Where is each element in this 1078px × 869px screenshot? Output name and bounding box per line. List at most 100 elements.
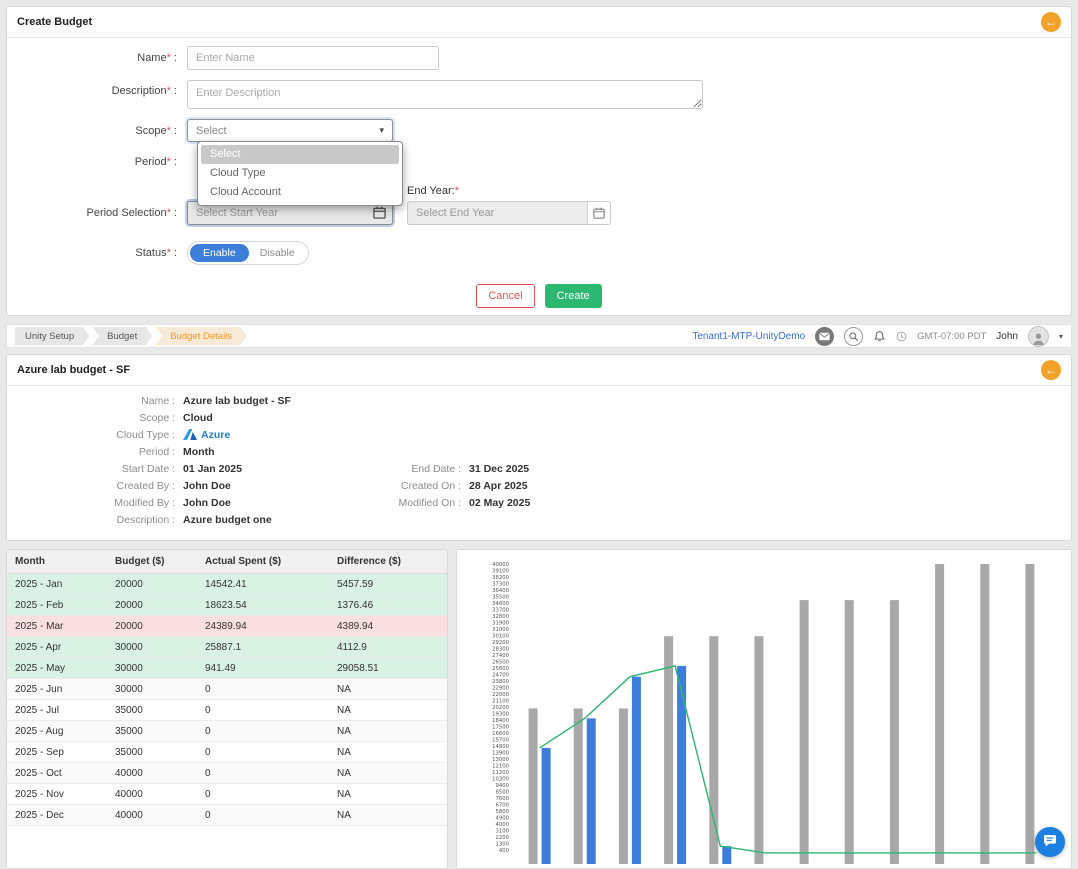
table-row[interactable]: 2025 - Jul350000NA: [7, 700, 447, 721]
table-cell: 20000: [107, 616, 197, 637]
table-row[interactable]: 2025 - Feb2000018623.541376.46: [7, 595, 447, 616]
back-button[interactable]: ←: [1041, 360, 1061, 380]
scope-option[interactable]: Select: [201, 145, 399, 164]
breadcrumb-item[interactable]: Budget Details: [155, 327, 247, 346]
y-tick-label: 5800: [496, 809, 510, 815]
scope-label: Scope* :: [7, 125, 187, 137]
y-tick-label: 22000: [492, 692, 509, 698]
y-tick-label: 40000: [492, 562, 509, 568]
detail-value: John Doe: [183, 497, 373, 509]
table-cell: 20000: [107, 574, 197, 595]
table-cell: 35000: [107, 742, 197, 763]
detail-row: Modified By :John DoeModified On :02 May…: [7, 496, 1071, 509]
chevron-down-icon[interactable]: ▾: [1059, 332, 1063, 341]
budget-bar: [709, 636, 718, 864]
avatar[interactable]: [1028, 326, 1049, 347]
scope-option[interactable]: Cloud Account: [201, 183, 399, 202]
period-row: Period* :: [7, 150, 1071, 173]
description-label: Description* :: [7, 80, 187, 97]
status-enable-button[interactable]: Enable: [190, 244, 249, 262]
y-tick-label: 26500: [492, 659, 509, 665]
detail-row: Scope :Cloud: [7, 411, 1071, 424]
table-row[interactable]: 2025 - Sep350000NA: [7, 742, 447, 763]
table-row[interactable]: 2025 - Apr3000025887.14112.9: [7, 637, 447, 658]
y-tick-label: 28300: [492, 646, 509, 652]
y-tick-label: 25600: [492, 666, 509, 672]
scope-select[interactable]: Select ▾: [187, 119, 393, 142]
name-input[interactable]: [187, 46, 439, 70]
detail-value: 28 Apr 2025: [469, 480, 1071, 492]
table-cell: 35000: [107, 721, 197, 742]
detail-value: 02 May 2025: [469, 497, 1071, 509]
breadcrumb-item[interactable]: Unity Setup: [15, 327, 89, 346]
budget-data-section: MonthBudget ($)Actual Spent ($)Differenc…: [6, 549, 1072, 869]
y-tick-label: 17500: [492, 724, 509, 730]
y-tick-label: 36400: [492, 588, 509, 594]
scope-option[interactable]: Cloud Type: [201, 164, 399, 183]
table-cell: 2025 - Dec: [7, 805, 107, 826]
table-row[interactable]: 2025 - Dec400000NA: [7, 805, 447, 826]
bell-icon[interactable]: [873, 330, 886, 343]
y-tick-label: 16600: [492, 731, 509, 737]
y-tick-label: 20200: [492, 705, 509, 711]
table-cell: 0: [197, 805, 329, 826]
budget-table: MonthBudget ($)Actual Spent ($)Differenc…: [7, 550, 447, 826]
scope-dropdown-list: SelectCloud TypeCloud Account: [197, 141, 403, 206]
table-row[interactable]: 2025 - May30000941.4929058.51: [7, 658, 447, 679]
status-disable-button[interactable]: Disable: [249, 244, 306, 262]
back-arrow-icon: ←: [1045, 15, 1057, 29]
budget-bar: [664, 636, 673, 864]
detail-row: Description :Azure budget one: [7, 513, 1071, 526]
y-tick-label: 35500: [492, 594, 509, 600]
end-year-input[interactable]: [407, 201, 587, 225]
mail-icon[interactable]: [815, 327, 834, 346]
back-button[interactable]: ←: [1041, 12, 1061, 32]
period-label: Period* :: [7, 156, 187, 168]
scope-row: Scope* : Select ▾ SelectCloud TypeCloud …: [7, 119, 1071, 142]
y-tick-label: 13900: [492, 750, 509, 756]
detail-row: Cloud Type :Azure: [7, 428, 1071, 441]
description-row: Description* :: [7, 80, 1071, 109]
table-cell: 35000: [107, 700, 197, 721]
table-row[interactable]: 2025 - Aug350000NA: [7, 721, 447, 742]
search-icon[interactable]: [844, 327, 863, 346]
detail-value: John Doe: [183, 480, 373, 492]
table-row[interactable]: 2025 - Oct400000NA: [7, 763, 447, 784]
description-input[interactable]: [187, 80, 703, 109]
budget-bar: [890, 600, 899, 864]
table-cell: NA: [329, 700, 447, 721]
calendar-icon[interactable]: [587, 201, 611, 225]
budget-details-panel: Azure lab budget - SF ← Name :Azure lab …: [6, 354, 1072, 541]
detail-row: Created By :John DoeCreated On :28 Apr 2…: [7, 479, 1071, 492]
table-row[interactable]: 2025 - Jun300000NA: [7, 679, 447, 700]
actual-spent-bar: [722, 846, 731, 864]
breadcrumb-item[interactable]: Budget: [92, 327, 152, 346]
column-header: Budget ($): [107, 550, 197, 574]
budget-bar: [935, 564, 944, 864]
y-tick-label: 23800: [492, 679, 509, 685]
table-cell: 0: [197, 742, 329, 763]
calendar-icon[interactable]: [373, 206, 386, 222]
table-cell: 1376.46: [329, 595, 447, 616]
period-selection-row: Period Selection* : End Year:*: [7, 185, 1071, 225]
y-tick-label: 3100: [496, 828, 510, 834]
detail-row: Period :Month: [7, 445, 1071, 458]
clock-icon: [896, 331, 907, 342]
cancel-button[interactable]: Cancel: [476, 284, 534, 308]
table-cell: 2025 - Jan: [7, 574, 107, 595]
chat-button[interactable]: [1035, 827, 1065, 857]
y-tick-label: 38200: [492, 575, 509, 581]
y-tick-label: 11200: [492, 770, 509, 776]
create-button[interactable]: Create: [545, 284, 602, 308]
tenant-link[interactable]: Tenant1-MTP-UnityDemo: [692, 331, 805, 342]
table-cell: 2025 - Oct: [7, 763, 107, 784]
create-budget-header: Create Budget ←: [7, 7, 1071, 38]
y-tick-label: 31000: [492, 627, 509, 633]
detail-value: Cloud: [183, 412, 1071, 424]
y-tick-label: 12100: [492, 763, 509, 769]
table-row[interactable]: 2025 - Mar2000024389.944389.94: [7, 616, 447, 637]
table-row[interactable]: 2025 - Jan2000014542.415457.59: [7, 574, 447, 595]
y-tick-label: 37300: [492, 581, 509, 587]
table-cell: 2025 - Sep: [7, 742, 107, 763]
table-row[interactable]: 2025 - Nov400000NA: [7, 784, 447, 805]
